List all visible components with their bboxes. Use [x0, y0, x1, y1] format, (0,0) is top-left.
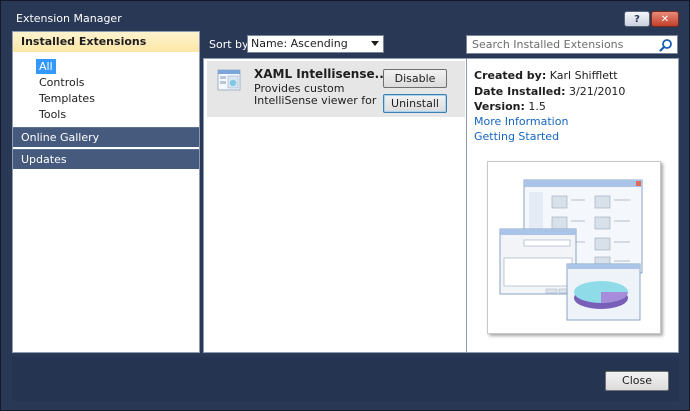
subcategory-templates[interactable]: Templates: [36, 91, 199, 107]
category-panel: Installed Extensions All Controls Templa…: [12, 31, 200, 353]
installed-subcategories: All Controls Templates Tools: [13, 52, 199, 123]
subcategory-tools[interactable]: Tools: [36, 107, 199, 123]
version: Version: 1.5: [474, 100, 546, 113]
getting-started-link[interactable]: Getting Started: [474, 130, 559, 143]
close-button[interactable]: Close: [605, 371, 669, 391]
category-installed-extensions[interactable]: Installed Extensions: [13, 32, 199, 52]
date-installed: Date Installed: 3/21/2010: [474, 85, 626, 98]
disable-button[interactable]: Disable: [383, 69, 447, 88]
extension-item[interactable]: XAML Intellisense... Provides custom Int…: [207, 61, 465, 117]
window-close-button[interactable]: ✕: [651, 11, 679, 27]
window-title: Extension Manager: [16, 12, 122, 25]
extension-description: Provides custom IntelliSense viewer for …: [254, 83, 378, 107]
extension-list: XAML Intellisense... Provides custom Int…: [203, 58, 467, 353]
search-icon[interactable]: [659, 38, 673, 52]
more-information-link[interactable]: More Information: [474, 115, 568, 128]
details-pane: Created by: Karl Shifflett Date Installe…: [467, 58, 679, 353]
title-bar[interactable]: Extension Manager ? ✕: [1, 1, 689, 31]
extension-icon: [217, 69, 241, 91]
preview-illustration: [499, 179, 643, 321]
extension-manager-window: Extension Manager ? ✕ Installed Extensio…: [0, 0, 690, 411]
footer-bar: Close: [12, 357, 679, 401]
search-box: [466, 35, 678, 54]
help-button[interactable]: ?: [624, 11, 650, 27]
chevron-down-icon: [371, 41, 379, 46]
sort-label: Sort by:: [209, 38, 252, 51]
sort-dropdown[interactable]: Name: Ascending: [247, 35, 384, 53]
category-updates[interactable]: Updates: [13, 149, 199, 169]
uninstall-button[interactable]: Uninstall: [383, 94, 447, 113]
subcategory-all[interactable]: All: [36, 59, 199, 75]
extension-title: XAML Intellisense...: [254, 67, 389, 81]
search-input[interactable]: [467, 36, 655, 53]
created-by: Created by: Karl Shifflett: [474, 69, 618, 82]
subcategory-controls[interactable]: Controls: [36, 75, 199, 91]
extension-preview-image: [487, 161, 661, 334]
category-online-gallery[interactable]: Online Gallery: [13, 127, 199, 147]
